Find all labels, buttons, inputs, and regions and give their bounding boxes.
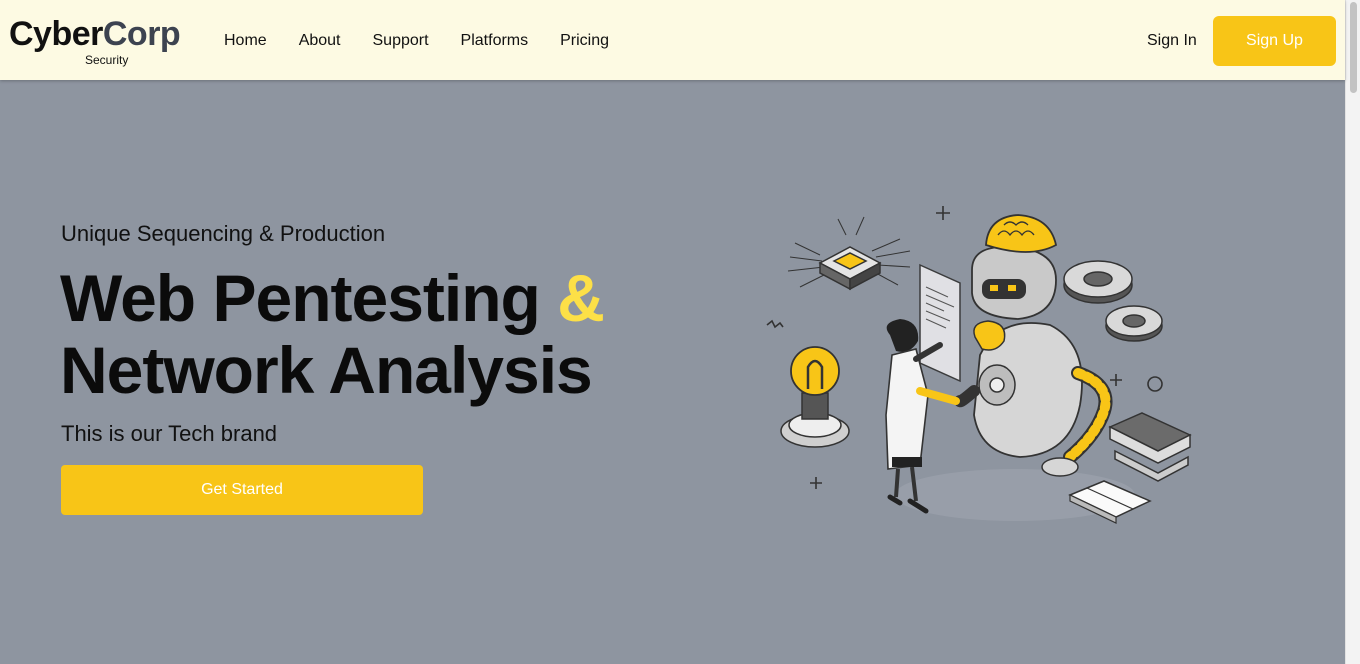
nav-link-pricing[interactable]: Pricing [560,30,609,52]
hero-subtitle: This is our Tech brand [61,421,278,446]
nav-link-platforms[interactable]: Platforms [461,30,529,52]
main-nav: Home About Support Platforms Pricing [224,30,641,52]
hero-title-ampersand: & [557,261,605,335]
brand-name: CyberCorp [9,14,181,54]
hero-title-line1: Web Pentesting [60,261,541,335]
scrollbar-thumb[interactable] [1350,2,1357,93]
page-scrollbar[interactable] [1345,0,1360,664]
chip-icon [787,216,911,291]
gear-icon [1063,260,1163,342]
brand-name-part2: Corp [102,15,181,53]
sign-up-button[interactable]: Sign Up [1213,16,1336,66]
lightbulb-icon [780,346,850,448]
brand-logo[interactable]: CyberCorp Security [9,14,199,70]
get-started-button[interactable]: Get Started [61,465,423,515]
top-navbar: CyberCorp Security Home About Support Pl… [0,0,1345,80]
nav-link-home[interactable]: Home [224,30,267,52]
hero-eyebrow: Unique Sequencing & Production [61,221,386,246]
nav-link-about[interactable]: About [299,30,341,52]
brand-name-part1: Cyber [9,15,103,53]
nav-link-support[interactable]: Support [373,30,429,52]
sign-in-link[interactable]: Sign In [1147,30,1197,52]
hero-title: Web Pentesting & Network Analysis [60,261,605,407]
ai-robot-scientist-illustration [766,206,1192,524]
brand-tagline: Security [85,53,129,67]
hero-title-line2: Network Analysis [60,333,593,407]
book-stack-icon [1108,412,1192,482]
